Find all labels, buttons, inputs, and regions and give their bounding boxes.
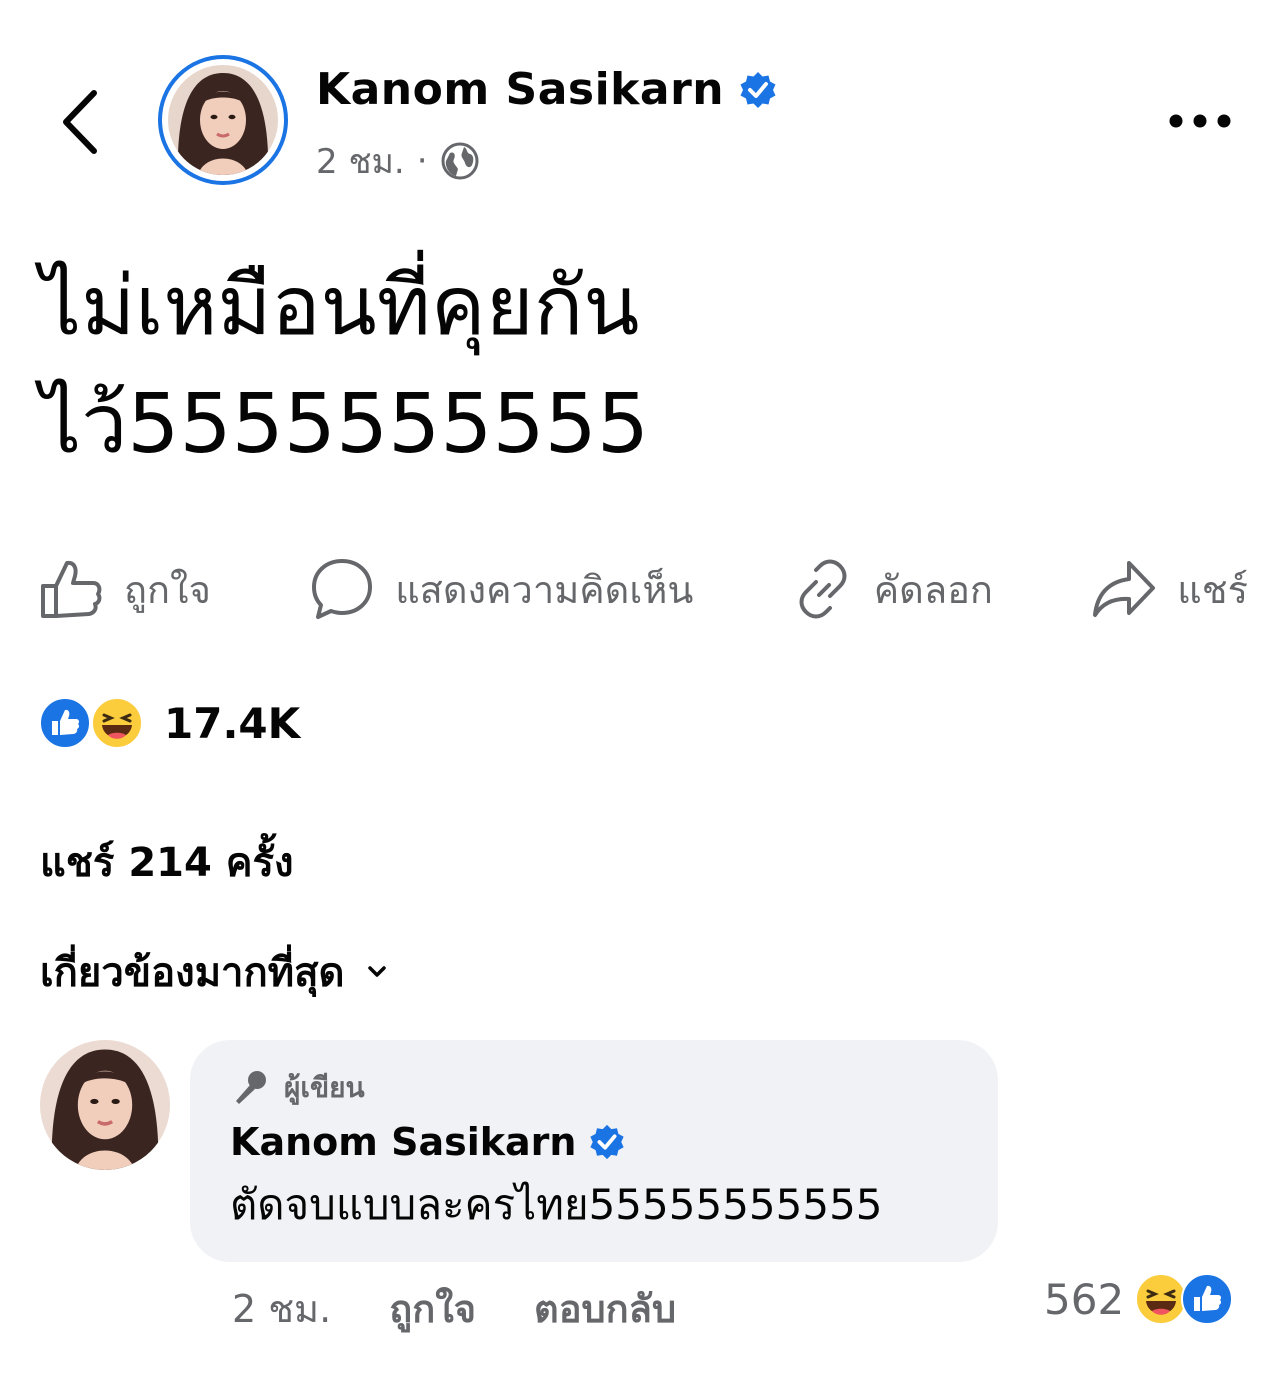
- author-avatar[interactable]: [158, 55, 288, 185]
- comment-button[interactable]: แสดงความคิดเห็น: [309, 556, 693, 622]
- author-name[interactable]: Kanom Sasikarn: [316, 64, 724, 115]
- globe-icon: [441, 142, 479, 180]
- comment-time[interactable]: 2 ชม.: [232, 1278, 331, 1339]
- thumbs-up-icon: [41, 560, 102, 618]
- haha-reaction-icon: [91, 697, 143, 749]
- comment-label: แสดงความคิดเห็น: [395, 567, 694, 612]
- share-label: แชร์: [1177, 567, 1248, 612]
- share-count[interactable]: แชร์ 214 ครั้ง: [40, 830, 294, 894]
- microphone-icon: [236, 1071, 266, 1104]
- copy-label: คัดลอก: [873, 567, 993, 612]
- author-badge: ผู้เขียน: [230, 1066, 958, 1110]
- profile-photo: [168, 65, 278, 175]
- comment-bubble: ผู้เขียน Kanom Sasikarn ตัดจบแบบละครไทย5…: [190, 1040, 998, 1262]
- like-button[interactable]: ถูกใจ: [38, 556, 211, 622]
- link-icon: [799, 559, 847, 619]
- share-button[interactable]: แชร์: [1091, 558, 1248, 620]
- reaction-count: 17.4K: [164, 698, 301, 748]
- comment-reaction-count: 562: [1044, 1274, 1125, 1324]
- post-text: ไม่เหมือนที่คุยกัน ไว้5555555555: [40, 259, 649, 472]
- post-action-bar: ถูกใจ แสดงความคิดเห็น คัดลอก แชร์: [38, 556, 1248, 622]
- comment-bubble-icon: [312, 559, 373, 619]
- author-badge-label: ผู้เขียน: [284, 1071, 365, 1104]
- more-dots-icon: [1169, 114, 1231, 128]
- meta-separator: ·: [416, 141, 428, 181]
- comment-text: ตัดจบแบบละครไทย55555555555: [230, 1180, 883, 1229]
- share-arrow-icon: [1093, 561, 1156, 617]
- comment-like-button[interactable]: ถูกใจ: [389, 1278, 476, 1339]
- commenter-avatar[interactable]: [40, 1040, 170, 1170]
- comment-reply-button[interactable]: ตอบกลับ: [534, 1278, 676, 1339]
- comment-sort-dropdown[interactable]: เกี่ยวข้องมากที่สุด: [40, 940, 387, 1004]
- post-time[interactable]: 2 ชม.: [316, 134, 405, 188]
- sort-label: เกี่ยวข้องมากที่สุด: [40, 950, 345, 996]
- verified-badge-icon: [740, 71, 776, 108]
- back-button[interactable]: [48, 82, 112, 162]
- like-reaction-icon: [39, 697, 91, 749]
- more-options-button[interactable]: [1160, 98, 1240, 144]
- chevron-left-icon: [63, 90, 97, 154]
- like-label: ถูกใจ: [124, 567, 211, 612]
- verified-badge-icon: [590, 1124, 625, 1160]
- comment-meta: 2 ชม. ถูกใจ ตอบกลับ: [232, 1278, 676, 1339]
- chevron-down-icon: [367, 966, 386, 977]
- copy-link-button[interactable]: คัดลอก: [792, 558, 993, 620]
- like-reaction-icon: [1181, 1273, 1234, 1325]
- reactions-summary[interactable]: 17.4K: [38, 696, 300, 750]
- comment-author-name[interactable]: Kanom Sasikarn: [230, 1120, 576, 1164]
- comment-reactions[interactable]: 562: [1044, 1272, 1234, 1326]
